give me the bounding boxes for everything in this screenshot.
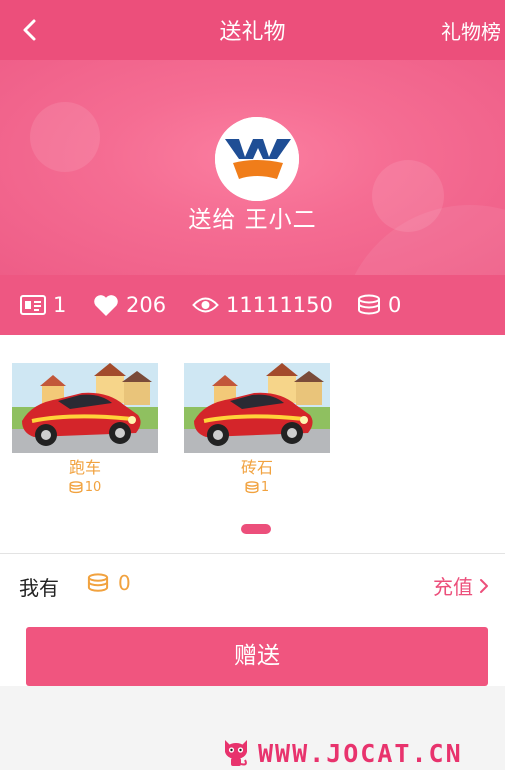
- balance-row: 我有 0 充值: [0, 554, 505, 616]
- gift-price: 10: [12, 480, 158, 495]
- diamond-gift-image: [184, 363, 330, 453]
- stat-item: 11111150: [192, 275, 333, 335]
- gift-price-value: 10: [84, 480, 102, 495]
- coin-stack-icon: [245, 481, 259, 494]
- coin-stack-icon: [69, 481, 83, 494]
- gift-grid: 跑车 10 砖石 1: [0, 335, 505, 553]
- watermark-text: WWW.JOCAT.CN: [258, 738, 463, 768]
- cat-logo-icon: [225, 740, 247, 766]
- watermark: WWW.JOCAT.CN: [222, 733, 463, 770]
- stat-value: 11111150: [226, 293, 333, 317]
- gift-price: 1: [184, 480, 330, 495]
- stats-bar: 1 206 11111150 0: [0, 275, 505, 335]
- page-title: 送礼物: [219, 20, 286, 45]
- stat-value: 206: [126, 293, 167, 317]
- coin-stack-icon: [358, 294, 380, 315]
- coin-stack-icon: [87, 573, 109, 592]
- send-gift-button[interactable]: 赠送: [26, 627, 488, 686]
- stat-value: 1: [53, 293, 67, 317]
- gift-ranking-link[interactable]: 礼物榜: [441, 16, 501, 45]
- eye-icon: [192, 297, 219, 313]
- gift-name: 砖石: [240, 458, 273, 477]
- balance-value: 0: [118, 571, 131, 595]
- stat-item: 1: [20, 275, 66, 335]
- page-indicator[interactable]: [241, 524, 271, 534]
- recipient-label: 送给 王小二: [188, 207, 317, 233]
- gift-name: 跑车: [68, 458, 101, 477]
- recharge-button[interactable]: 充值: [433, 571, 489, 600]
- id-card-icon: [20, 295, 46, 315]
- top-bar: 送礼物 礼物榜: [0, 0, 505, 60]
- recipient-banner: 送给 王小二: [0, 60, 505, 275]
- heart-icon: [94, 294, 118, 316]
- gift-price-value: 1: [260, 480, 270, 495]
- balance-label: 我有: [19, 576, 59, 600]
- stat-item: 206: [93, 275, 166, 335]
- stat-value: 0: [388, 293, 402, 317]
- gift-item-sports-car[interactable]: 跑车 10: [12, 363, 158, 495]
- avatar-logo-icon: [215, 117, 299, 201]
- gift-item-diamond[interactable]: 砖石 1: [184, 363, 330, 495]
- chevron-right-icon: [480, 578, 488, 593]
- recipient-avatar[interactable]: [215, 117, 299, 201]
- sports-car-image: [12, 363, 158, 453]
- recharge-label: 充值: [433, 575, 473, 599]
- stat-item: 0: [357, 275, 401, 335]
